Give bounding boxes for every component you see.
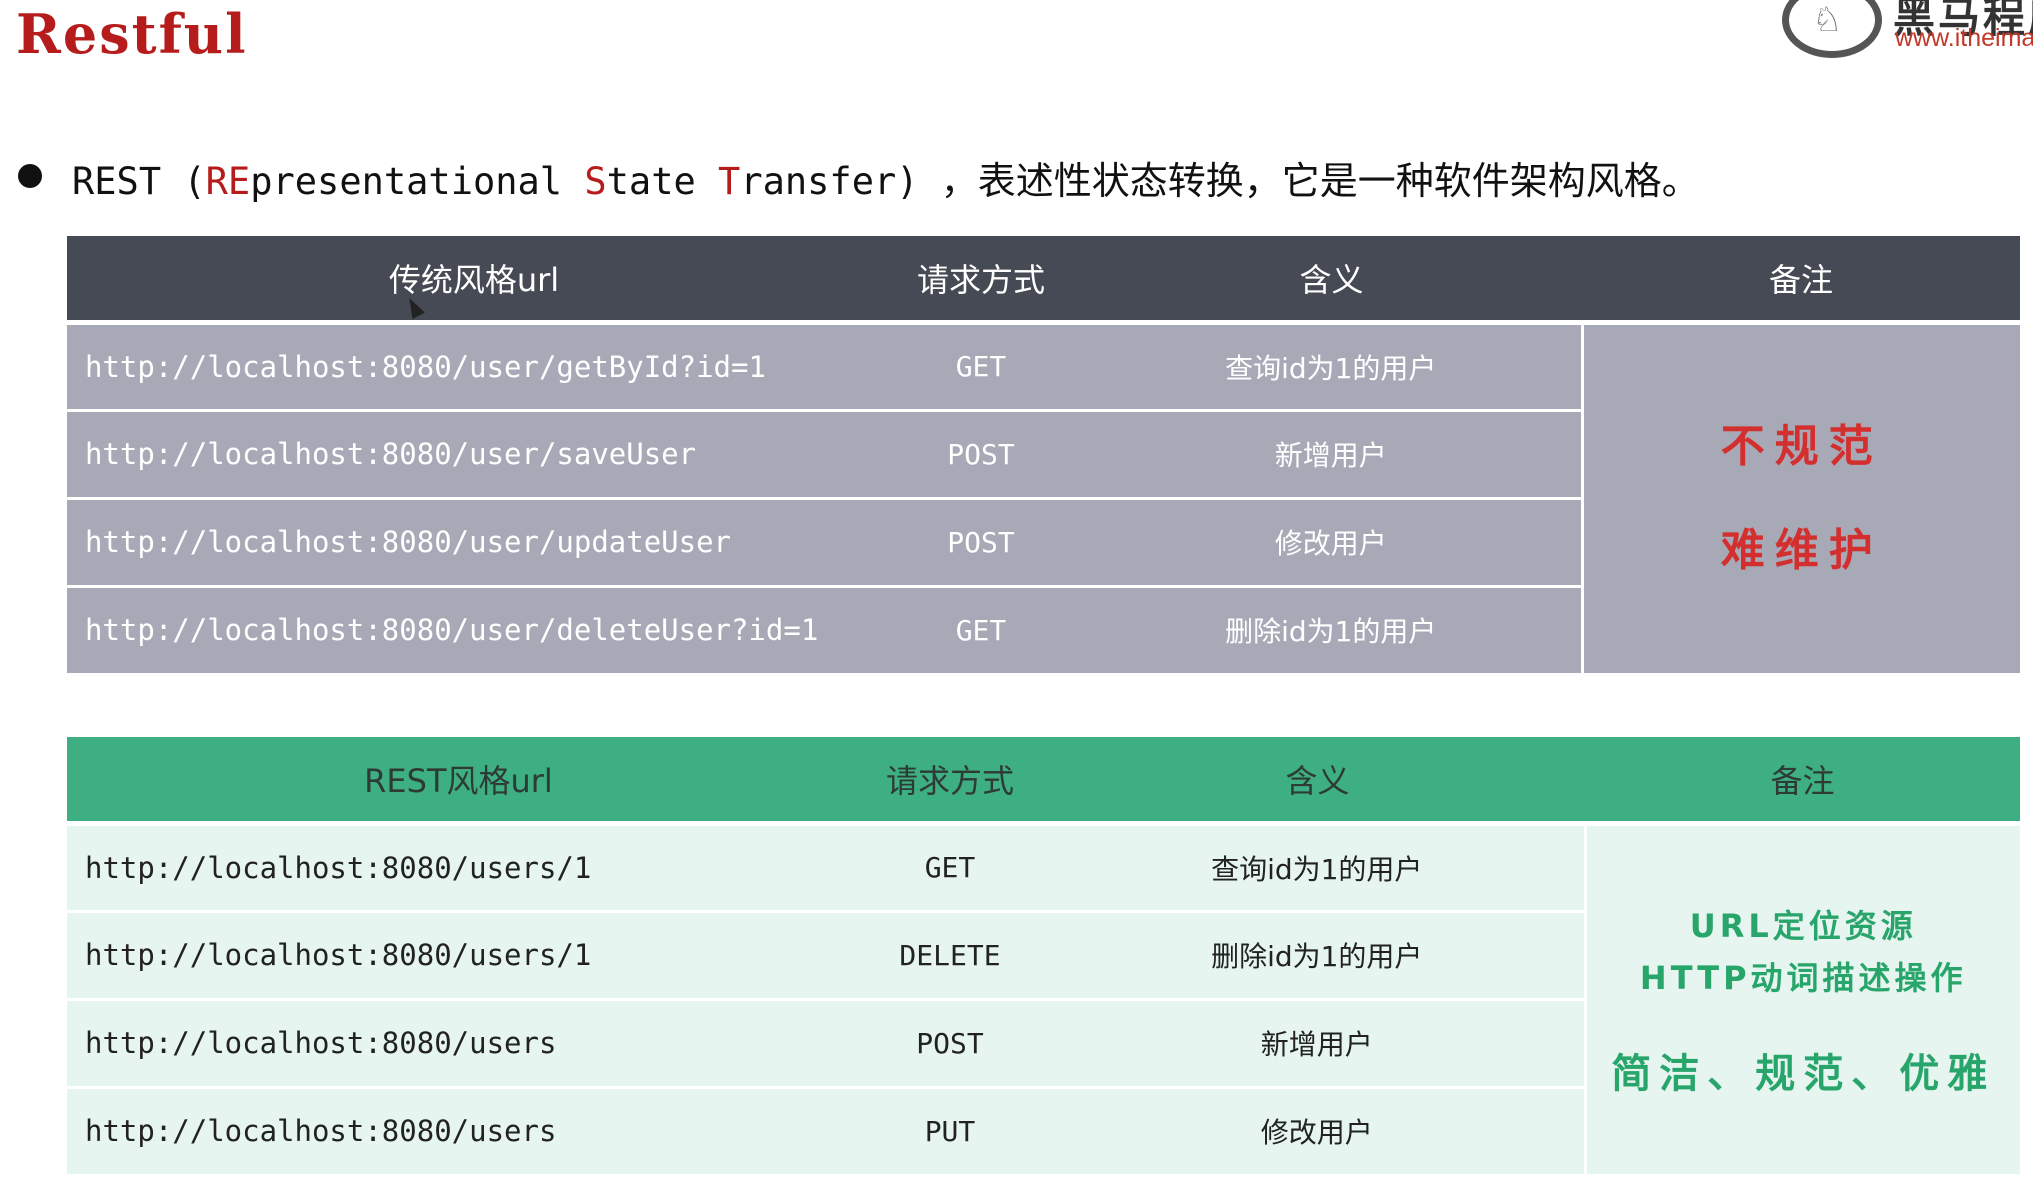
method-cell: POST — [850, 999, 1050, 1089]
method-cell: POST — [881, 498, 1081, 588]
note-line-hard-to-maintain: 难维护 — [1720, 524, 1883, 576]
brand-url: www.itheima — [1895, 24, 2033, 52]
meaning-cell: 删除id为1的用户 — [1050, 911, 1585, 1001]
intro-part1: presentational — [250, 160, 585, 203]
intro-part3: ransfer) ， — [740, 160, 978, 203]
intro-re: RE — [205, 160, 251, 203]
method-cell: GET — [881, 586, 1081, 676]
intro-part2: tate — [606, 160, 719, 203]
note-line-concise: 简洁、规范、优雅 — [1611, 1050, 1996, 1097]
header-note: 备注 — [1585, 737, 2020, 823]
meaning-cell: 修改用户 — [1050, 1087, 1585, 1177]
header-method: 请求方式 — [881, 236, 1081, 322]
header-note: 备注 — [1582, 236, 2020, 322]
traditional-url-table: 传统风格url 请求方式 含义 备注 http://localhost:8080… — [67, 236, 2020, 676]
method-cell: GET — [850, 823, 1050, 913]
url-cell: http://localhost:8080/users — [67, 999, 850, 1089]
bullet-icon — [18, 164, 42, 188]
meaning-cell: 删除id为1的用户 — [1081, 586, 1582, 676]
note-cell: 不规范 难维护 — [1580, 322, 2020, 676]
url-cell: http://localhost:8080/user/saveUser — [67, 410, 881, 500]
method-cell: DELETE — [850, 911, 1050, 1001]
meaning-cell: 新增用户 — [1081, 410, 1582, 500]
meaning-cell: 查询id为1的用户 — [1050, 823, 1585, 913]
url-cell: http://localhost:8080/user/getById?id=1 — [67, 322, 881, 412]
url-cell: http://localhost:8080/user/updateUser — [67, 498, 881, 588]
slide-title: Restful — [16, 2, 248, 66]
rest-url-table: REST风格url 请求方式 含义 备注 http://localhost:80… — [67, 737, 2020, 1177]
note-spacer — [1588, 1004, 2020, 1048]
meaning-cell: 修改用户 — [1081, 498, 1582, 588]
header-meaning: 含义 — [1050, 737, 1585, 823]
header-method: 请求方式 — [850, 737, 1050, 823]
note-line-http-verbs: HTTP动词描述操作 — [1639, 958, 1967, 997]
url-cell: http://localhost:8080/users — [67, 1087, 850, 1177]
meaning-cell: 查询id为1的用户 — [1081, 322, 1582, 412]
url-cell: http://localhost:8080/users/1 — [67, 911, 850, 1001]
intro-prefix: REST ( — [72, 160, 206, 203]
header-meaning: 含义 — [1081, 236, 1582, 322]
header-rest-url: REST风格url — [67, 737, 850, 823]
note-line-url-locates-resource: URL定位资源 — [1689, 906, 1917, 945]
horse-icon: ♘ — [1812, 0, 1843, 40]
note-cell: URL定位资源 HTTP动词描述操作 简洁、规范、优雅 — [1583, 823, 2020, 1177]
intro-t: T — [718, 160, 741, 203]
table-row: http://localhost:8080/users/1 GET 查询id为1… — [67, 823, 2020, 1177]
header-traditional-url: 传统风格url — [67, 236, 881, 322]
method-cell: POST — [881, 410, 1081, 500]
intro-description: 表述性状态转换，它是一种软件架构风格。 — [977, 159, 1700, 203]
table-header-row: 传统风格url 请求方式 含义 备注 — [67, 236, 2020, 322]
intro-text: REST (REpresentational State Transfer) ，… — [72, 150, 1700, 205]
url-cell: http://localhost:8080/users/1 — [67, 823, 850, 913]
intro-s: S — [584, 160, 607, 203]
method-cell: GET — [881, 322, 1081, 412]
note-line-nonstandard: 不规范 — [1720, 420, 1883, 472]
table-header-row: REST风格url 请求方式 含义 备注 — [67, 737, 2020, 823]
method-cell: PUT — [850, 1087, 1050, 1177]
url-cell: http://localhost:8080/user/deleteUser?id… — [67, 586, 881, 676]
table-row: http://localhost:8080/user/getById?id=1 … — [67, 322, 2020, 676]
meaning-cell: 新增用户 — [1050, 999, 1585, 1089]
